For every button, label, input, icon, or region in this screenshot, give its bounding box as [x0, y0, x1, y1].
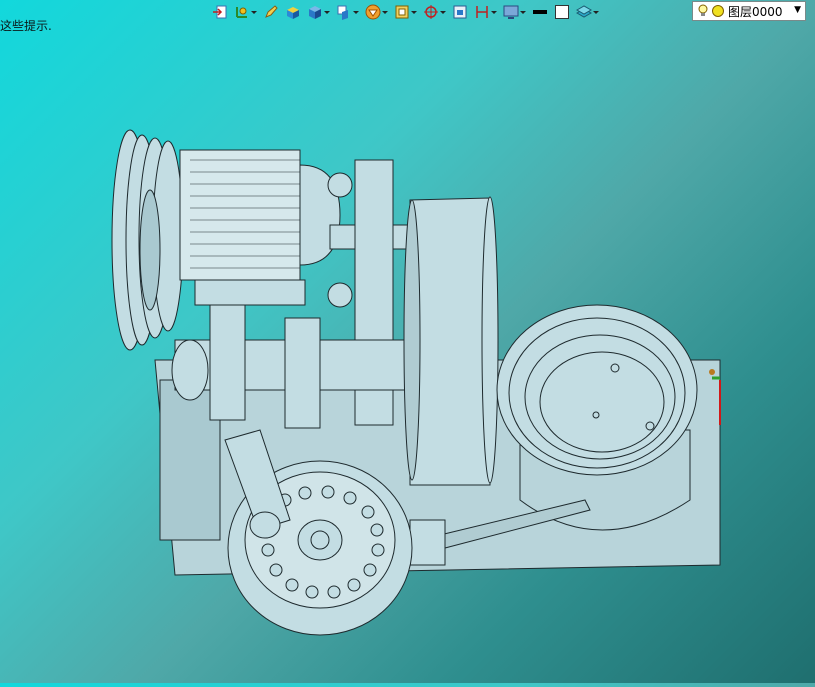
cube-view-button[interactable] — [305, 1, 332, 23]
line-color-icon — [533, 10, 547, 14]
chevron-down-icon[interactable]: ▼ — [794, 5, 801, 15]
chevron-down-icon[interactable] — [439, 4, 446, 20]
shaded-view-button[interactable] — [283, 1, 303, 23]
3d-viewport[interactable] — [0, 24, 815, 683]
chevron-down-icon[interactable] — [490, 4, 497, 20]
layer-visible-icon[interactable] — [711, 4, 725, 18]
line-color-button[interactable] — [530, 1, 550, 23]
window-frame-icon — [453, 5, 467, 19]
fill-color-icon — [555, 5, 569, 19]
dimension-icon — [476, 6, 488, 18]
section-view-icon — [395, 5, 409, 19]
import-arrow-icon — [213, 5, 227, 19]
shaded-box-icon — [287, 7, 299, 19]
chevron-down-icon[interactable] — [410, 4, 417, 20]
cube-view-icon — [309, 6, 321, 19]
sketch-button[interactable] — [261, 1, 281, 23]
sketch-pencil-icon — [265, 5, 278, 18]
flywheel — [403, 196, 499, 486]
vibratory-feeder-bowl — [496, 304, 698, 531]
v-belt-pulley — [111, 129, 184, 351]
chevron-down-icon[interactable] — [381, 4, 388, 20]
chevron-down-icon[interactable] — [519, 4, 526, 20]
coordinate-system-button[interactable] — [232, 1, 259, 23]
view-orient-button[interactable] — [334, 1, 361, 23]
chevron-down-icon[interactable] — [592, 4, 599, 20]
fill-color-button[interactable] — [552, 1, 572, 23]
chevron-down-icon[interactable] — [250, 4, 257, 20]
view-orient-icon — [337, 5, 348, 20]
machine-model — [111, 129, 721, 636]
chevron-down-icon[interactable] — [352, 4, 359, 20]
grid-axis-icon — [236, 7, 247, 18]
snap-target-button[interactable] — [421, 1, 448, 23]
render-style-icon — [365, 4, 381, 20]
motor — [179, 149, 341, 306]
dimension-button[interactable] — [472, 1, 499, 23]
cross-target-icon — [424, 5, 438, 19]
layer-stack-button[interactable] — [574, 1, 601, 23]
render-style-button[interactable] — [363, 1, 390, 23]
layer-select[interactable]: 图层0000 ▼ — [692, 1, 806, 21]
layer-name: 图层0000 — [728, 4, 783, 19]
layer-stack-icon — [576, 5, 592, 18]
chevron-down-icon[interactable] — [323, 4, 330, 20]
section-view-button[interactable] — [392, 1, 419, 23]
import-button[interactable] — [210, 1, 230, 23]
window-button[interactable] — [450, 1, 470, 23]
screen-display-icon — [503, 5, 519, 19]
lightbulb-icon[interactable] — [697, 4, 709, 18]
display-button[interactable] — [501, 1, 528, 23]
top-toolbar — [210, 0, 601, 24]
